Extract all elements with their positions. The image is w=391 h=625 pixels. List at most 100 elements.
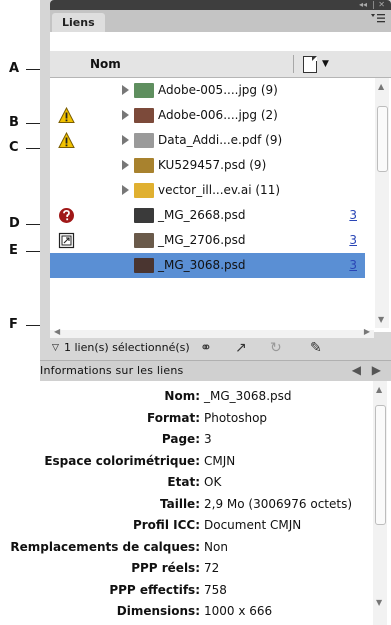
- link-info-panel: Nom: _MG_3068.psd Format: Photoshop Page: 3 Es…: [10, 381, 391, 625]
- panel-tabbar: Liens: [50, 10, 391, 32]
- next-link-icon[interactable]: ▶: [372, 363, 381, 377]
- link-row[interactable]: Data_Addi...e.pdf (9): [50, 128, 365, 153]
- info-value: _MG_3068.psd: [204, 389, 292, 403]
- warning-icon: [58, 131, 75, 149]
- column-divider: [293, 55, 294, 73]
- link-info-title: Informations sur les liens: [40, 364, 184, 377]
- info-field: Page: 3: [40, 428, 370, 450]
- info-field: PPP réels: 72: [40, 557, 370, 579]
- link-thumbnail: [134, 133, 154, 148]
- info-value: OK: [204, 475, 222, 489]
- scroll-down-icon[interactable]: ▼: [378, 315, 384, 324]
- collapse-info-icon[interactable]: ▽: [52, 343, 59, 353]
- info-scrollbar[interactable]: ▲ ▼: [373, 381, 387, 625]
- links-panel: ◂◂ | ✕ Liens Nom ▼ Adobe-005....jpg (9) A…: [10, 0, 391, 625]
- embedded-link-icon: [58, 232, 75, 249]
- chevron-down-icon[interactable]: ▼: [322, 59, 329, 69]
- link-page-number[interactable]: 3: [349, 253, 357, 278]
- link-name: _MG_3068.psd: [158, 258, 246, 272]
- scroll-thumb[interactable]: [377, 106, 388, 172]
- update-link-icon[interactable]: ↻: [270, 340, 282, 356]
- link-thumbnail: [134, 233, 154, 248]
- panel-titlebar: ◂◂ | ✕: [50, 0, 391, 10]
- info-value: Document CMJN: [204, 518, 302, 532]
- page-icon[interactable]: [303, 56, 317, 73]
- info-label: Espace colorimétrique:: [44, 453, 200, 468]
- edit-original-icon[interactable]: ✎: [310, 340, 322, 356]
- info-value: Photoshop: [204, 410, 268, 425]
- link-name: Adobe-006....jpg (2): [158, 108, 278, 122]
- expand-triangle-icon[interactable]: [122, 185, 129, 195]
- link-name: KU529457.psd (9): [158, 158, 267, 172]
- info-value: CMJN: [204, 453, 236, 468]
- info-label: Etat:: [167, 475, 200, 489]
- info-value: 72: [204, 561, 220, 575]
- info-field: Etat: OK: [40, 471, 370, 493]
- links-list: Nom ▼ Adobe-005....jpg (9) Adobe-006....j…: [50, 32, 391, 338]
- scroll-right-icon[interactable]: ▶: [364, 327, 370, 336]
- link-page-number[interactable]: 3: [349, 203, 357, 228]
- info-field: PPP effectifs: 758: [40, 579, 370, 601]
- link-thumbnail: [134, 108, 154, 123]
- expand-triangle-icon[interactable]: [122, 160, 129, 170]
- info-field: Taille: 2,9 Mo (3006976 octets): [40, 493, 370, 515]
- expand-triangle-icon[interactable]: [122, 85, 129, 95]
- close-panel-icon[interactable]: ✕: [378, 0, 385, 10]
- link-thumbnail: [134, 208, 154, 223]
- scroll-left-icon[interactable]: ◀: [54, 327, 60, 336]
- info-field: Dimensions: 1000 x 666: [40, 600, 370, 622]
- scroll-up-icon[interactable]: ▲: [378, 82, 384, 91]
- link-thumbnail: [134, 183, 154, 198]
- info-label: Taille:: [159, 496, 200, 511]
- link-row[interactable]: Adobe-006....jpg (2): [50, 103, 365, 128]
- link-thumbnail: [134, 258, 154, 273]
- scroll-thumb[interactable]: [375, 405, 386, 525]
- modified-warning-icon: [58, 106, 75, 124]
- go-to-link-icon[interactable]: ↗: [235, 340, 247, 356]
- info-field: Profil ICC: Document CMJN: [40, 514, 370, 536]
- link-info-header: Informations sur les liens ◀ ▶: [40, 360, 391, 381]
- expand-triangle-icon[interactable]: [122, 135, 129, 145]
- info-label: PPP effectifs:: [109, 582, 200, 597]
- info-label: Remplacements de calques:: [10, 539, 200, 554]
- collapse-panel-icon[interactable]: ◂◂: [359, 0, 367, 10]
- link-name: _MG_2706.psd: [158, 233, 246, 247]
- info-field: Espace colorimétrique: CMJN: [40, 450, 370, 472]
- panel-menu-icon[interactable]: [371, 13, 385, 26]
- link-name: Data_Addi...e.pdf (9): [158, 133, 283, 147]
- missing-link-icon: [58, 207, 75, 224]
- info-value: 758: [204, 582, 227, 597]
- link-row[interactable]: KU529457.psd (9): [50, 153, 365, 178]
- previous-link-icon[interactable]: ◀: [352, 363, 361, 377]
- link-row[interactable]: Adobe-005....jpg (9): [50, 78, 365, 103]
- links-hscrollbar[interactable]: ◀ ▶: [50, 327, 374, 338]
- scroll-down-icon[interactable]: ▼: [376, 598, 382, 607]
- links-scrollbar[interactable]: ▲ ▼: [375, 78, 389, 328]
- titlebar-separator: |: [372, 0, 375, 9]
- link-thumbnail: [134, 83, 154, 98]
- expand-triangle-icon[interactable]: [122, 110, 129, 120]
- link-page-number[interactable]: 3: [349, 228, 357, 253]
- link-row[interactable]: _MG_2706.psd 3: [50, 228, 365, 253]
- info-field: Nom: _MG_3068.psd: [40, 385, 370, 407]
- info-field: Remplacements de calques: Non: [10, 536, 370, 558]
- relink-icon[interactable]: ⚭: [200, 340, 212, 356]
- link-row[interactable]: _MG_3068.psd 3: [50, 253, 365, 278]
- link-name: vector_ill...ev.ai (11): [158, 183, 281, 197]
- column-name-header[interactable]: Nom: [90, 51, 121, 77]
- info-label: Profil ICC:: [132, 518, 200, 532]
- link-thumbnail: [134, 158, 154, 173]
- link-row[interactable]: _MG_2668.psd 3: [50, 203, 365, 228]
- status-bar: ▽ 1 lien(s) sélectionné(s) ⚭ ↗ ↻ ✎: [50, 338, 391, 360]
- info-value: 3: [204, 432, 212, 446]
- link-row[interactable]: vector_ill...ev.ai (11): [50, 178, 365, 203]
- info-label: Nom:: [164, 389, 200, 403]
- link-name: _MG_2668.psd: [158, 208, 246, 222]
- tab-liens[interactable]: Liens: [52, 13, 105, 32]
- scroll-up-icon[interactable]: ▲: [376, 385, 382, 394]
- info-value: Non: [204, 539, 228, 554]
- info-label: Dimensions:: [116, 604, 200, 618]
- info-field: Format: Photoshop: [40, 407, 370, 429]
- info-label: Format:: [146, 410, 200, 425]
- link-name: Adobe-005....jpg (9): [158, 83, 278, 97]
